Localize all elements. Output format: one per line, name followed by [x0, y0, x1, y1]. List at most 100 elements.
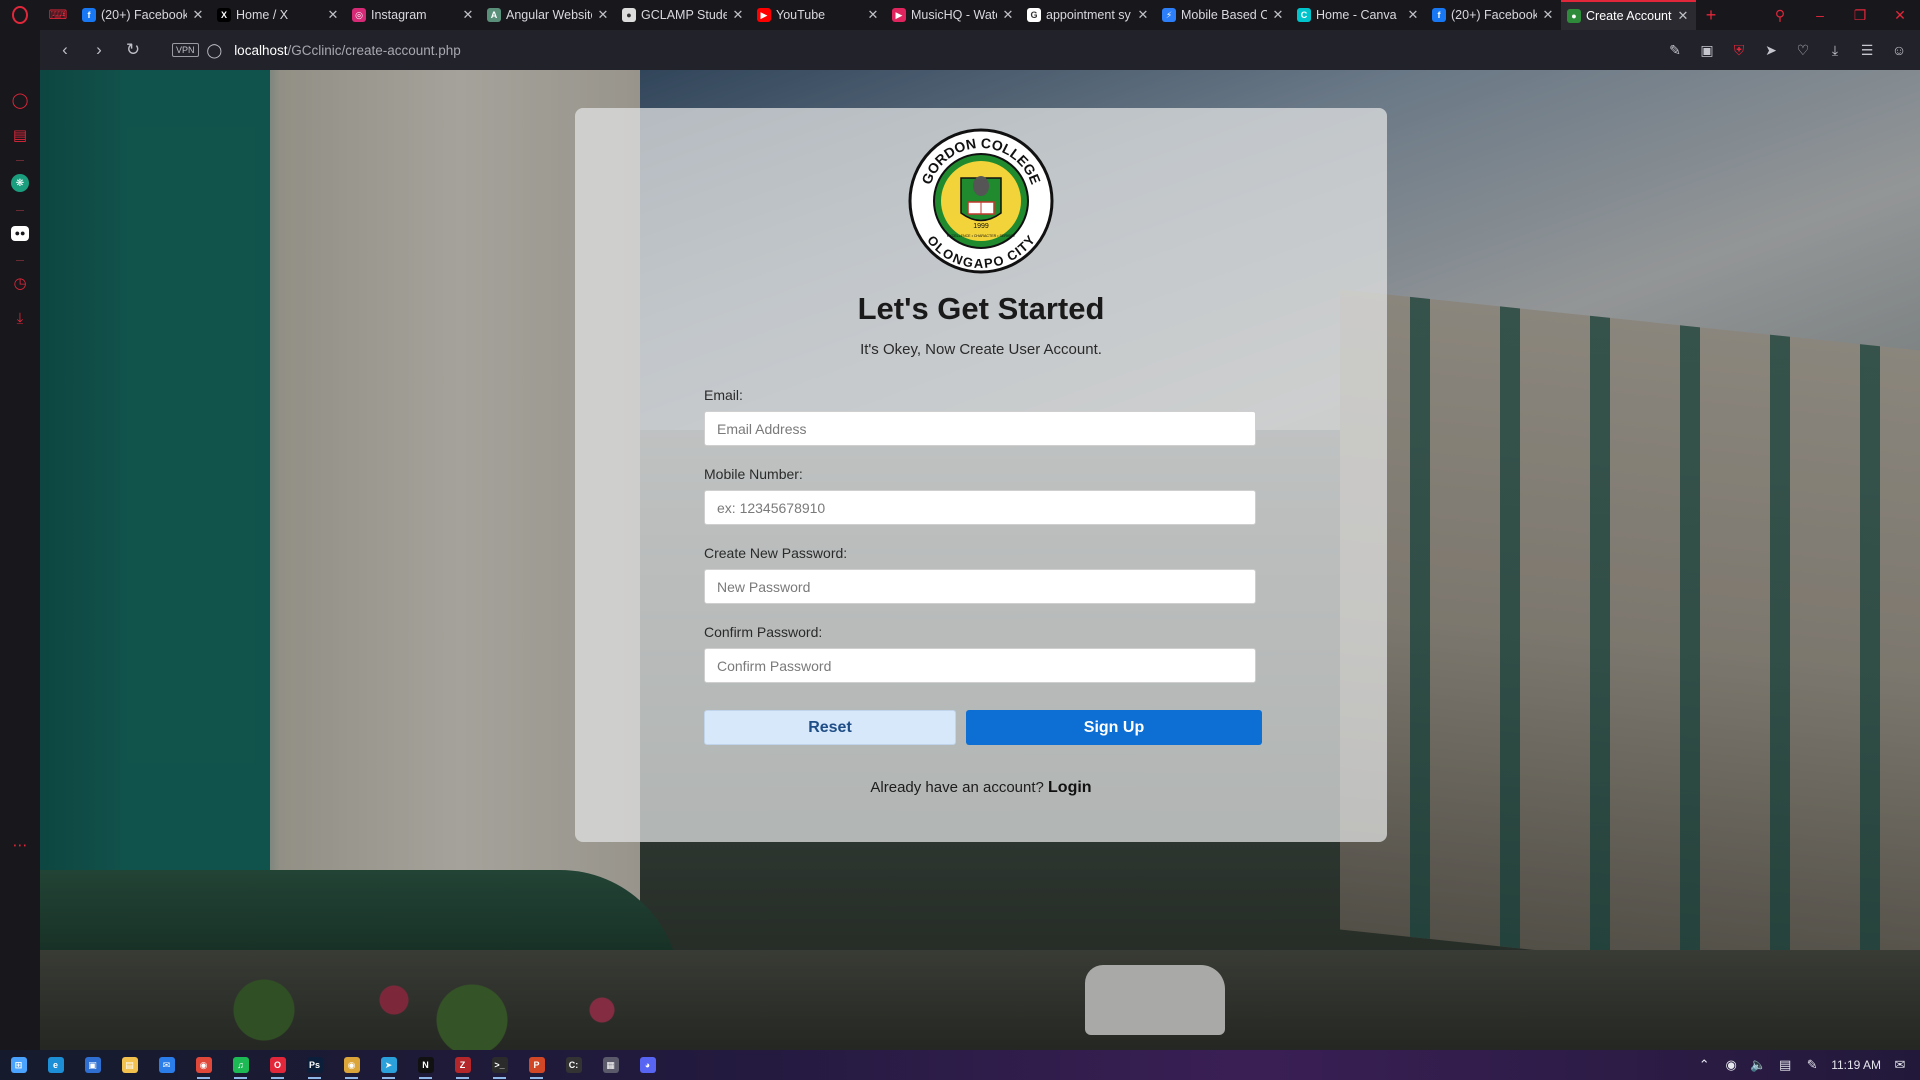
close-tab-icon[interactable]: ✕: [461, 7, 475, 23]
easy-setup-icon[interactable]: ☰: [1854, 37, 1880, 63]
browser-tab[interactable]: ● Create Account ✕: [1561, 0, 1696, 30]
logo-year: 1999: [973, 223, 989, 230]
close-tab-icon[interactable]: ✕: [1271, 7, 1285, 23]
taskbar-netflix-icon[interactable]: N: [407, 1050, 444, 1080]
snapshot-icon[interactable]: ▣: [1694, 37, 1720, 63]
share-icon[interactable]: ✎: [1662, 37, 1688, 63]
send-icon[interactable]: ➤: [1758, 37, 1784, 63]
back-button[interactable]: ‹: [50, 35, 80, 65]
taskbar-telegram-icon[interactable]: ➤: [370, 1050, 407, 1080]
taskbar-edge-icon[interactable]: e: [37, 1050, 74, 1080]
close-tab-icon[interactable]: ✕: [1136, 7, 1150, 23]
taskbar-powerpoint-icon[interactable]: P: [518, 1050, 555, 1080]
maximize-button[interactable]: ❐: [1840, 0, 1880, 30]
close-tab-icon[interactable]: ✕: [326, 7, 340, 23]
url-field[interactable]: localhost/GCclinic/create-account.php: [234, 43, 461, 58]
notification-icon[interactable]: ✉: [1892, 1057, 1908, 1073]
tray-camera-icon[interactable]: ◉: [1723, 1057, 1739, 1073]
close-tab-icon[interactable]: ✕: [731, 7, 745, 23]
opera-menu-icon[interactable]: [0, 0, 40, 30]
vpn-badge[interactable]: VPN: [172, 43, 199, 57]
mobile-number-field[interactable]: [704, 490, 1256, 525]
sign-up-button[interactable]: Sign Up: [966, 710, 1262, 745]
downloads-sidebar-icon[interactable]: ⤓: [0, 303, 40, 333]
taskbar-opera-gx-icon[interactable]: O: [259, 1050, 296, 1080]
taskbar-discord-icon[interactable]: ◕: [629, 1050, 666, 1080]
taskbar-chrome-profile-icon[interactable]: ◉: [333, 1050, 370, 1080]
taskbar-file-explorer-icon[interactable]: ▤: [111, 1050, 148, 1080]
search-tabs-icon[interactable]: ⚲: [1760, 0, 1800, 30]
history-icon[interactable]: ◷: [0, 268, 40, 298]
browser-tab[interactable]: ◎ Instagram ✕: [346, 0, 481, 30]
browser-tab[interactable]: ▶ MusicHQ - Watch ✕: [886, 0, 1021, 30]
close-tab-icon[interactable]: ✕: [1676, 8, 1690, 24]
taskbar-store-icon[interactable]: ▣: [74, 1050, 111, 1080]
close-tab-icon[interactable]: ✕: [866, 7, 880, 23]
url-path: /GCclinic/create-account.php: [287, 42, 461, 58]
spotify-icon: ♫: [232, 1057, 249, 1073]
email-field[interactable]: [704, 411, 1256, 446]
browser-tab[interactable]: A Angular Website ✕: [481, 0, 616, 30]
browser-tab[interactable]: ● GCLAMP Student ✕: [616, 0, 751, 30]
terminal-icon: >_: [491, 1057, 508, 1073]
minimize-button[interactable]: –: [1800, 0, 1840, 30]
network-icon[interactable]: ▤: [1777, 1057, 1793, 1073]
browser-tab[interactable]: X Home / X ✕: [211, 0, 346, 30]
clock-time[interactable]: 11:19 AM: [1831, 1058, 1881, 1072]
reload-button[interactable]: ↻: [118, 35, 148, 65]
close-tab-icon[interactable]: ✕: [596, 7, 610, 23]
adblock-shield-icon[interactable]: ⛨: [1726, 37, 1752, 63]
taskbar-mail-icon[interactable]: ✉: [148, 1050, 185, 1080]
confirm-password-field[interactable]: [704, 648, 1256, 683]
taskbar-spotify-icon[interactable]: ♫: [222, 1050, 259, 1080]
gx-corner-icon[interactable]: ⌨: [40, 0, 76, 30]
taskbar-photoshop-icon[interactable]: Ps: [296, 1050, 333, 1080]
downloads-icon[interactable]: ⤓: [1822, 37, 1848, 63]
taskbar-filezilla-icon[interactable]: Z: [444, 1050, 481, 1080]
telegram-icon: ➤: [380, 1057, 397, 1073]
gx-control-icon[interactable]: ◯: [0, 85, 40, 115]
taskbar-chrome-icon[interactable]: ◉: [185, 1050, 222, 1080]
bookmark-heart-icon[interactable]: ♡: [1790, 37, 1816, 63]
bolt-icon: ⚡: [1162, 8, 1176, 22]
chatgpt-icon[interactable]: ❋: [0, 168, 40, 198]
discord-icon: ◕: [639, 1057, 656, 1073]
login-link[interactable]: Login: [1048, 779, 1092, 796]
close-tab-icon[interactable]: ✕: [191, 7, 205, 23]
musichq-icon: ▶: [892, 8, 906, 22]
browser-tab[interactable]: Gappointment sy ✕: [1021, 0, 1156, 30]
gx-store-icon[interactable]: ▤: [0, 120, 40, 150]
close-tab-icon[interactable]: ✕: [1406, 7, 1420, 23]
taskbar-windows-start-icon[interactable]: ⊞: [0, 1050, 37, 1080]
tab-label: Home / X: [236, 8, 289, 22]
browser-tab[interactable]: f (20+) Facebook ✕: [76, 0, 211, 30]
site-info-icon[interactable]: ◯: [207, 42, 223, 59]
browser-tab[interactable]: f (20+) Facebook ✕: [1426, 0, 1561, 30]
close-tab-icon[interactable]: ✕: [1001, 7, 1015, 23]
discord-icon[interactable]: ●●: [0, 218, 40, 248]
angular-icon: A: [487, 8, 501, 22]
create-account-card: GORDON COLLEGE OLONGAPO CITY 1999 EXCELL…: [575, 108, 1387, 842]
profile-icon[interactable]: ☺: [1886, 37, 1912, 63]
new-password-field[interactable]: [704, 569, 1256, 604]
tab-list: f (20+) Facebook ✕ X Home / X ✕ ◎ Instagram ✕ A An…: [76, 0, 1696, 30]
tray-overflow-icon[interactable]: ⌃: [1696, 1057, 1712, 1073]
forward-button[interactable]: ›: [84, 35, 114, 65]
google-icon: G: [1027, 8, 1041, 22]
taskbar-terminal-icon[interactable]: >_: [481, 1050, 518, 1080]
facebook-icon: f: [82, 8, 96, 22]
close-window-button[interactable]: ✕: [1880, 0, 1920, 30]
mobile-number-label: Mobile Number:: [704, 466, 803, 482]
browser-tab[interactable]: C Home - Canva ✕: [1291, 0, 1426, 30]
browser-tab[interactable]: ⚡ Mobile Based C ✕: [1156, 0, 1291, 30]
taskbar-vpn-app-icon[interactable]: ▦: [592, 1050, 629, 1080]
pen-icon[interactable]: ✎: [1804, 1057, 1820, 1073]
more-options-icon[interactable]: ⋯: [0, 830, 40, 860]
close-tab-icon[interactable]: ✕: [1541, 7, 1555, 23]
volume-icon[interactable]: 🔈: [1750, 1057, 1766, 1073]
taskbar-cmd-icon[interactable]: C:: [555, 1050, 592, 1080]
browser-tab[interactable]: ▶ YouTube ✕: [751, 0, 886, 30]
reset-button[interactable]: Reset: [704, 710, 956, 745]
new-tab-button[interactable]: +: [1696, 5, 1726, 26]
chrome-icon: ◉: [195, 1057, 212, 1073]
